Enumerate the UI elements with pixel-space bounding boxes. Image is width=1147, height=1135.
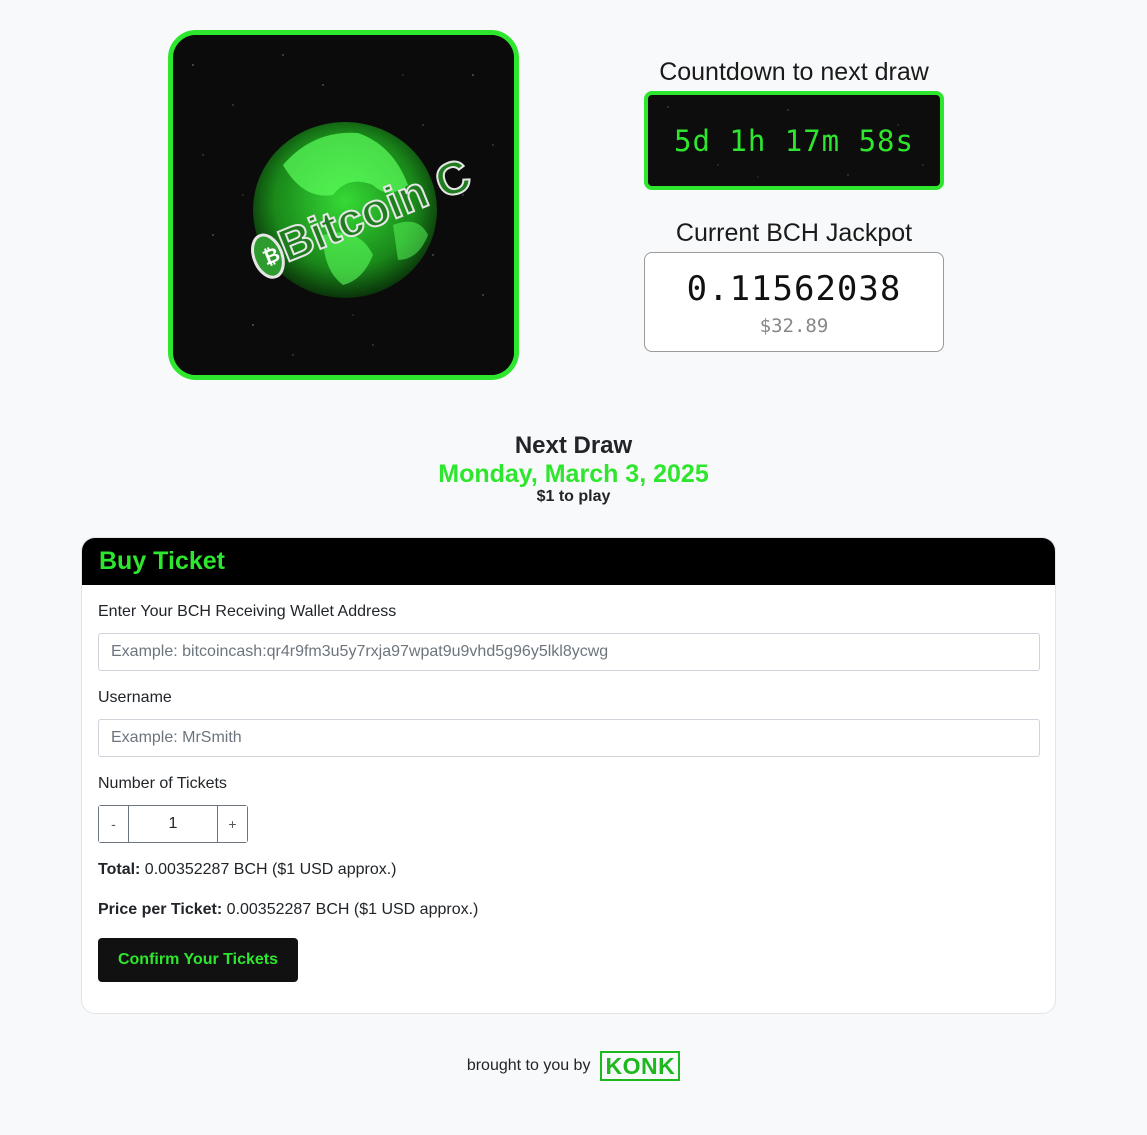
next-draw-price: $1 to play — [536, 488, 611, 505]
countdown-label: Countdown to next draw — [659, 58, 929, 86]
wallet-address-input[interactable] — [98, 633, 1040, 671]
footer-text: brought to you by — [466, 1057, 591, 1074]
konk-logo[interactable]: KONK — [600, 1051, 681, 1081]
jackpot-display: 0.11562038 $32.89 — [644, 252, 944, 352]
jackpot-bch-value: 0.11562038 — [686, 269, 902, 309]
total-line: Total: 0.00352287 BCH ($1 USD approx.) — [98, 861, 397, 879]
username-label: Username — [98, 689, 172, 706]
confirm-tickets-button[interactable]: Confirm Your Tickets — [98, 938, 298, 982]
footer: brought to you by KONK — [0, 1050, 1147, 1082]
jackpot-label: Current BCH Jackpot — [675, 219, 913, 247]
countdown-value: 5d 1h 17m 58s — [674, 123, 914, 158]
globe-illustration: ₿ Bitcoin C — [173, 35, 514, 375]
username-input[interactable] — [98, 719, 1040, 757]
ticket-quantity-stepper: - + — [98, 805, 248, 843]
bitcoin-globe-image: ₿ Bitcoin C — [168, 30, 519, 380]
wallet-address-label: Enter Your BCH Receiving Wallet Address — [98, 603, 397, 620]
buy-ticket-title: Buy Ticket — [82, 538, 1055, 585]
countdown-display: 5d 1h 17m 58s — [644, 91, 944, 190]
ticket-count-label: Number of Tickets — [98, 775, 227, 792]
price-per-ticket-value: 0.00352287 BCH ($1 USD approx.) — [222, 901, 479, 918]
price-per-ticket-label: Price per Ticket: — [98, 901, 223, 918]
total-label: Total: — [98, 861, 141, 878]
ticket-count-input[interactable] — [129, 806, 217, 842]
total-value: 0.00352287 BCH ($1 USD approx.) — [140, 861, 397, 878]
next-draw-title: Next Draw — [514, 432, 633, 459]
price-per-ticket-line: Price per Ticket: 0.00352287 BCH ($1 USD… — [98, 901, 478, 919]
next-draw-date: Monday, March 3, 2025 — [438, 460, 709, 488]
jackpot-usd-value: $32.89 — [759, 315, 829, 337]
decrement-button[interactable]: - — [99, 806, 129, 842]
buy-ticket-card: Buy Ticket Enter Your BCH Receiving Wall… — [81, 537, 1056, 1014]
increment-button[interactable]: + — [217, 806, 247, 842]
